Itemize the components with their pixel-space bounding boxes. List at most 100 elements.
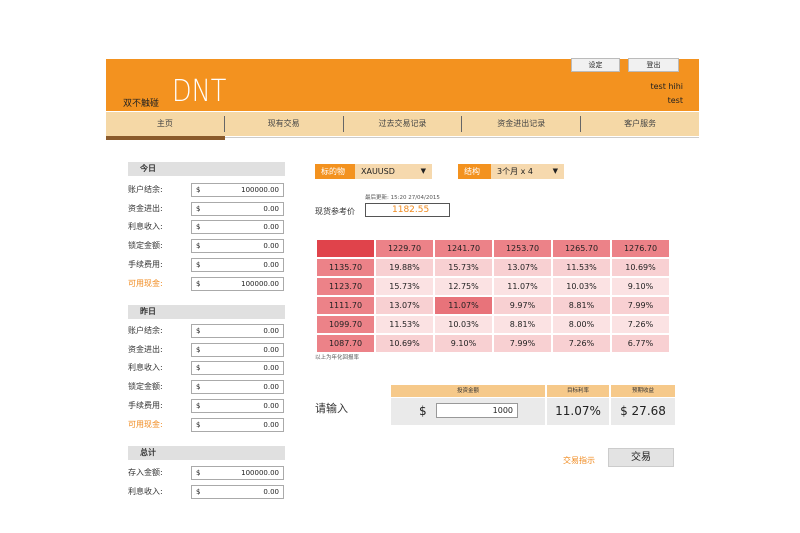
currency-symbol: $ xyxy=(196,186,201,194)
user-name: test hihi xyxy=(650,82,684,91)
currency-symbol: $ xyxy=(196,469,201,477)
settings-button[interactable]: 设定 xyxy=(571,58,620,72)
matrix-cell[interactable]: 7.99% xyxy=(494,335,551,352)
matrix-corner xyxy=(317,240,374,257)
row-label: 锁定金额: xyxy=(128,382,163,391)
currency-symbol: $ xyxy=(419,404,427,418)
matrix-cell[interactable]: 19.88% xyxy=(376,259,433,276)
total-section-title: 总计 xyxy=(128,446,285,460)
matrix-cell[interactable]: 11.53% xyxy=(376,316,433,333)
last-updated: 最后更新: 15:20 27/04/2015 xyxy=(365,195,440,201)
yesterday-row: 资金进出: $0.00 xyxy=(128,343,285,357)
amount-value: 0.00 xyxy=(263,223,279,231)
matrix-cell[interactable]: 13.07% xyxy=(494,259,551,276)
matrix-cell[interactable]: 15.73% xyxy=(435,259,492,276)
matrix-cell[interactable]: 11.07% xyxy=(494,278,551,295)
today-row: 手续费用: $0.00 xyxy=(128,258,285,272)
amount-field[interactable]: $0.00 xyxy=(191,258,284,272)
currency-symbol: $ xyxy=(196,421,201,429)
amount-field[interactable]: $0.00 xyxy=(191,324,284,338)
underlying-label: 标的物 xyxy=(315,164,355,179)
nav-fund-history[interactable]: 资金进出记录 xyxy=(462,116,582,132)
amount-field[interactable]: $0.00 xyxy=(191,485,284,499)
row-label: 资金进出: xyxy=(128,204,163,213)
amount-value: 0.00 xyxy=(263,383,279,391)
row-label: 资金进出: xyxy=(128,345,163,354)
matrix-cell[interactable]: 8.81% xyxy=(553,297,610,314)
total-row: 存入金额: $100000.00 xyxy=(128,466,285,480)
row-label: 手续费用: xyxy=(128,401,163,410)
target-rate-header: 目标利率 xyxy=(547,385,609,397)
matrix-row-header: 1099.70 xyxy=(317,316,374,333)
matrix-cell[interactable]: 10.69% xyxy=(376,335,433,352)
investment-amount-input[interactable]: 1000 xyxy=(436,403,518,418)
matrix-cell[interactable]: 10.03% xyxy=(553,278,610,295)
matrix-cell-selected[interactable]: 11.07% xyxy=(435,297,492,314)
matrix-cell[interactable]: 15.73% xyxy=(376,278,433,295)
amount-value: 0.00 xyxy=(263,327,279,335)
yesterday-row: 利息收入: $0.00 xyxy=(128,361,285,375)
amount-value: 100000.00 xyxy=(241,186,279,194)
amount-field[interactable]: $0.00 xyxy=(191,380,284,394)
structure-label: 结构 xyxy=(458,164,491,179)
matrix-cell[interactable]: 8.81% xyxy=(494,316,551,333)
trade-button[interactable]: 交易 xyxy=(608,448,674,467)
matrix-row: 1111.70 13.07% 11.07% 9.97% 8.81% 7.99% xyxy=(317,297,669,314)
nav-current-trades[interactable]: 现有交易 xyxy=(225,116,344,132)
amount-field[interactable]: $100000.00 xyxy=(191,277,284,291)
amount-field[interactable]: $0.00 xyxy=(191,239,284,253)
currency-symbol: $ xyxy=(196,205,201,213)
matrix-row: 1123.70 15.73% 12.75% 11.07% 10.03% 9.10… xyxy=(317,278,669,295)
yesterday-row: 手续费用: $0.00 xyxy=(128,399,285,413)
matrix-cell[interactable]: 9.10% xyxy=(612,278,669,295)
structure-select[interactable]: 3个月 x 4 ▼ xyxy=(491,164,564,179)
trade-guide-link[interactable]: 交易指示 xyxy=(563,455,595,466)
matrix-col-header: 1241.70 xyxy=(435,240,492,257)
nav-trade-history[interactable]: 过去交易记录 xyxy=(344,116,463,132)
row-label: 账户结余: xyxy=(128,185,163,194)
main-nav: 主页 现有交易 过去交易记录 资金进出记录 客户服务 xyxy=(106,112,699,136)
matrix-row-header: 1087.70 xyxy=(317,335,374,352)
currency-symbol: $ xyxy=(196,383,201,391)
matrix-col-header: 1265.70 xyxy=(553,240,610,257)
amount-field[interactable]: $0.00 xyxy=(191,220,284,234)
brand-logo: DNT xyxy=(172,74,227,109)
amount-field[interactable]: $100000.00 xyxy=(191,183,284,197)
row-label: 存入金额: xyxy=(128,468,163,477)
matrix-cell[interactable]: 13.07% xyxy=(376,297,433,314)
amount-field[interactable]: $0.00 xyxy=(191,399,284,413)
nav-customer-service[interactable]: 客户服务 xyxy=(581,116,699,132)
currency-symbol: $ xyxy=(196,364,201,372)
user-id: test xyxy=(667,96,683,105)
yesterday-row: 可用现金: $0.00 xyxy=(128,418,285,432)
currency-symbol: $ xyxy=(196,242,201,250)
amount-field[interactable]: $0.00 xyxy=(191,418,284,432)
amount-field[interactable]: $100000.00 xyxy=(191,466,284,480)
matrix-row: 1087.70 10.69% 9.10% 7.99% 7.26% 6.77% xyxy=(317,335,669,352)
matrix-cell[interactable]: 7.99% xyxy=(612,297,669,314)
matrix-cell[interactable]: 10.03% xyxy=(435,316,492,333)
matrix-cell[interactable]: 12.75% xyxy=(435,278,492,295)
chevron-down-icon: ▼ xyxy=(552,167,558,175)
amount-value: 0.00 xyxy=(263,421,279,429)
matrix-cell[interactable]: 10.69% xyxy=(612,259,669,276)
matrix-cell[interactable]: 9.97% xyxy=(494,297,551,314)
matrix-cell[interactable]: 9.10% xyxy=(435,335,492,352)
currency-symbol: $ xyxy=(196,280,201,288)
logout-button[interactable]: 登出 xyxy=(628,58,679,72)
matrix-row: 1099.70 11.53% 10.03% 8.81% 8.00% 7.26% xyxy=(317,316,669,333)
today-row: 利息收入: $0.00 xyxy=(128,220,285,234)
amount-field[interactable]: $0.00 xyxy=(191,343,284,357)
amount-field[interactable]: $0.00 xyxy=(191,202,284,216)
matrix-cell[interactable]: 11.53% xyxy=(553,259,610,276)
matrix-cell[interactable]: 7.26% xyxy=(553,335,610,352)
nav-home[interactable]: 主页 xyxy=(106,116,225,132)
matrix-col-header: 1253.70 xyxy=(494,240,551,257)
amount-field[interactable]: $0.00 xyxy=(191,361,284,375)
matrix-row: 1135.70 19.88% 15.73% 13.07% 11.53% 10.6… xyxy=(317,259,669,276)
matrix-cell[interactable]: 6.77% xyxy=(612,335,669,352)
matrix-cell[interactable]: 8.00% xyxy=(553,316,610,333)
underlying-select[interactable]: XAUUSD ▼ xyxy=(355,164,432,179)
reference-price-value: 1182.55 xyxy=(365,203,450,217)
matrix-cell[interactable]: 7.26% xyxy=(612,316,669,333)
